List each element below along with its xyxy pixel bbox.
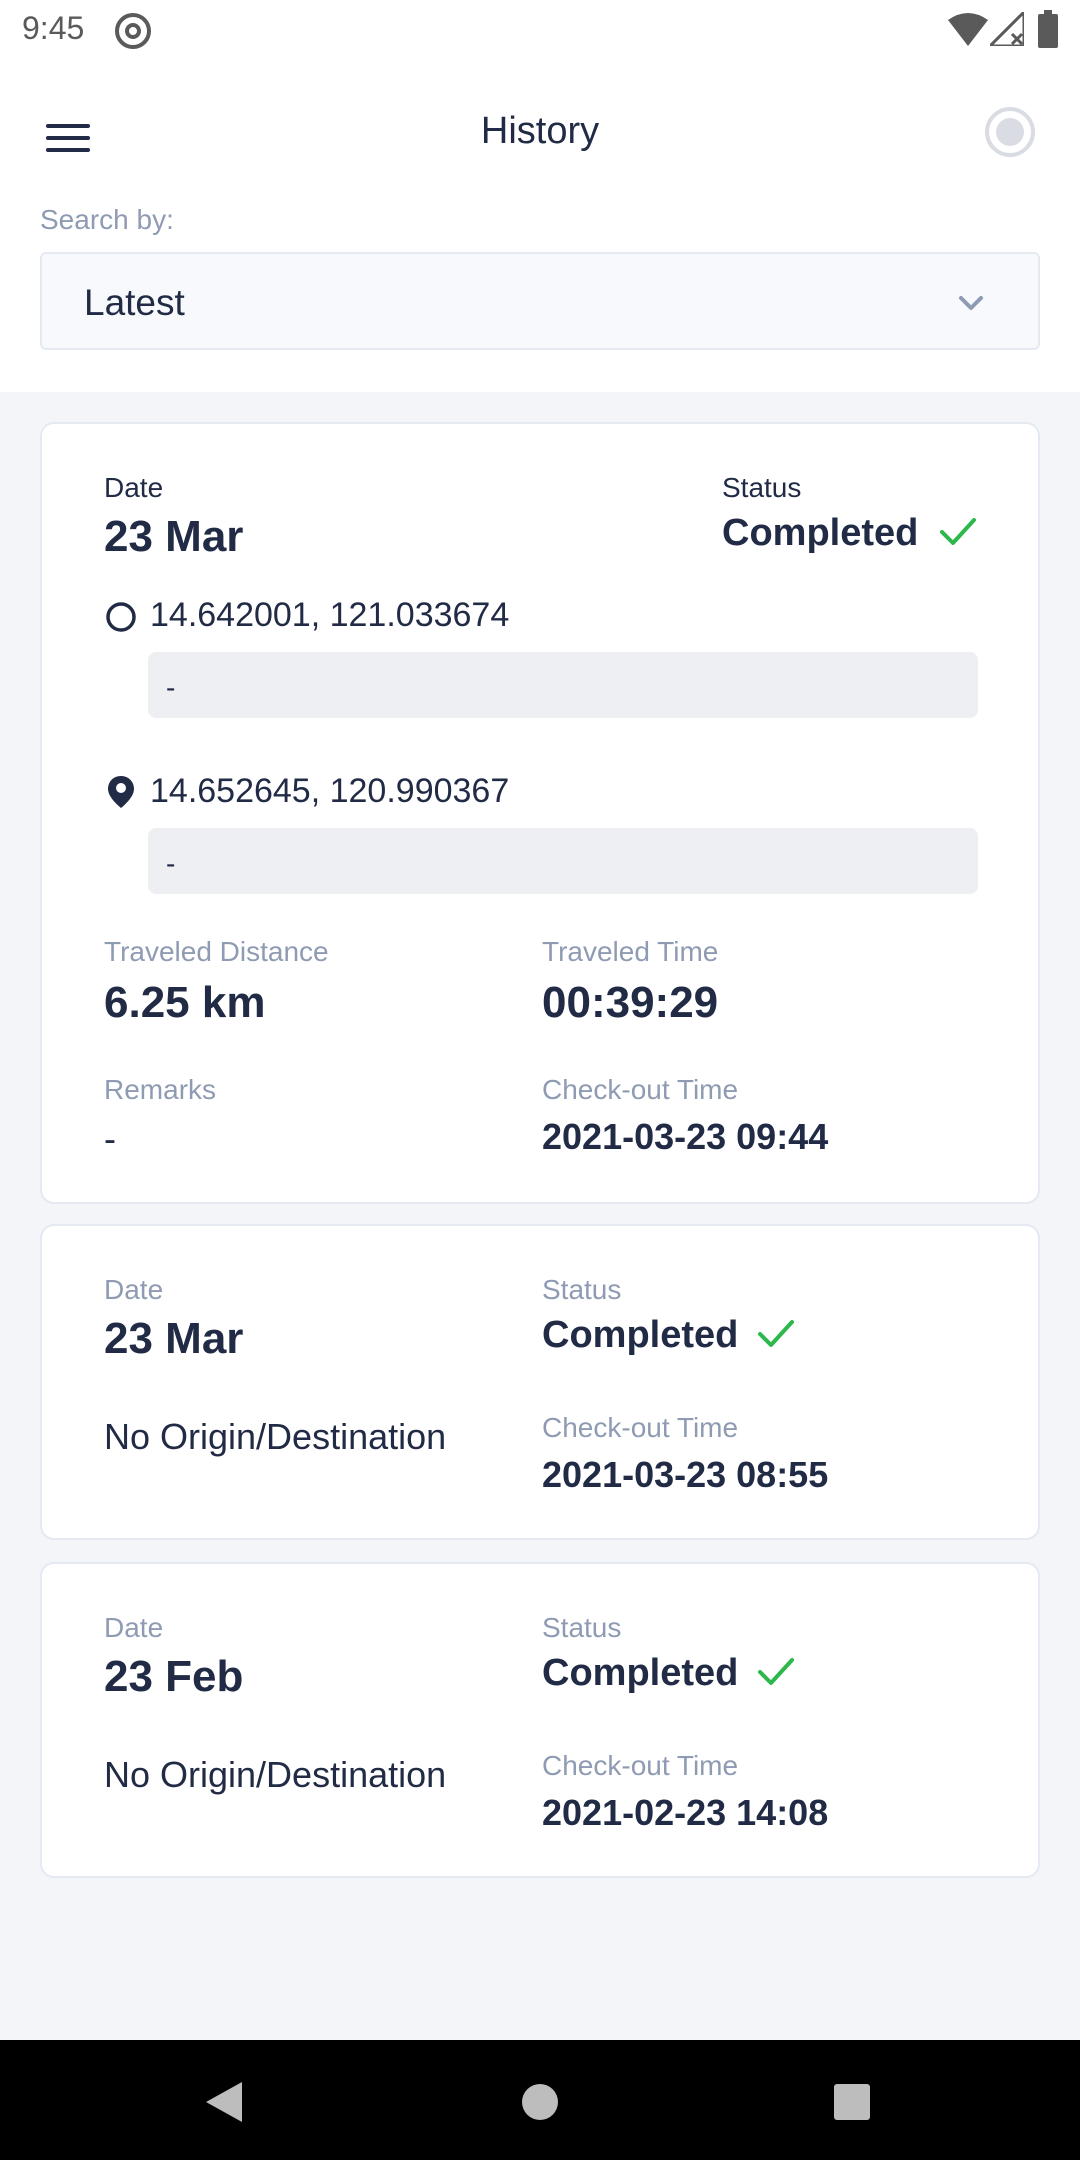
history-card[interactable]: Date 23 Feb Status Completed No Origin/D… xyxy=(40,1562,1040,1878)
distance-value: 6.25 km xyxy=(104,978,266,1027)
origin-coordinates: 14.642001, 121.033674 xyxy=(150,596,510,634)
history-card[interactable]: Date 23 Mar Status Completed 14.642001, … xyxy=(40,422,1040,1204)
wifi-icon xyxy=(948,13,988,46)
checkout-label: Check-out Time xyxy=(542,1750,739,1781)
destination-coordinates: 14.652645, 120.990367 xyxy=(150,772,510,810)
search-label: Search by: xyxy=(40,204,174,235)
check-icon xyxy=(940,518,976,545)
recents-icon[interactable] xyxy=(834,2084,870,2120)
chevron-down-icon xyxy=(959,296,983,310)
search-select[interactable]: Latest xyxy=(40,252,1040,350)
origin-address: - xyxy=(148,652,978,718)
checkout-label: Check-out Time xyxy=(542,1074,739,1105)
remarks-label: Remarks xyxy=(104,1074,217,1105)
checkout-value: 2021-02-23 14:08 xyxy=(542,1792,829,1833)
status-label: Status xyxy=(542,1274,622,1305)
status-time: 9:45 xyxy=(22,10,85,46)
traveled-time-label: Traveled Time xyxy=(542,936,719,967)
page-title: History xyxy=(480,110,600,152)
status-label: Status xyxy=(722,472,802,503)
traveled-time-value: 00:39:29 xyxy=(542,978,719,1027)
status-value: Completed xyxy=(722,512,919,554)
status-value: Completed xyxy=(542,1314,739,1356)
status-bar: 9:45 xyxy=(0,0,1080,62)
checkout-value: 2021-03-23 09:44 xyxy=(542,1116,829,1157)
location-pin-icon xyxy=(108,776,134,808)
status-value: Completed xyxy=(542,1652,739,1694)
date-label: Date xyxy=(104,1612,164,1643)
checkout-label: Check-out Time xyxy=(542,1412,739,1443)
battery-icon xyxy=(1038,10,1058,48)
remarks-value: - xyxy=(104,1118,116,1159)
date-value: 23 Mar xyxy=(104,1314,244,1363)
distance-label: Traveled Distance xyxy=(104,936,329,967)
date-label: Date xyxy=(104,1274,164,1305)
check-icon xyxy=(758,1320,794,1347)
date-value: 23 Feb xyxy=(104,1652,244,1701)
search-select-value: Latest xyxy=(84,282,185,323)
home-icon[interactable] xyxy=(520,2082,560,2122)
app-header: History Search by: Latest xyxy=(0,62,1080,392)
checkout-value: 2021-03-23 08:55 xyxy=(542,1454,829,1495)
back-icon[interactable] xyxy=(204,2080,244,2124)
date-value: 23 Mar xyxy=(104,512,244,561)
record-icon[interactable] xyxy=(980,102,1040,162)
no-origin-destination: No Origin/Destination xyxy=(104,1754,447,1795)
history-card[interactable]: Date 23 Mar Status Completed No Origin/D… xyxy=(40,1224,1040,1540)
origin-circle-icon xyxy=(106,602,136,632)
destination-address: - xyxy=(148,828,978,894)
system-nav-bar xyxy=(0,2040,1080,2160)
check-icon xyxy=(758,1658,794,1685)
no-origin-destination: No Origin/Destination xyxy=(104,1416,447,1457)
status-label: Status xyxy=(542,1612,622,1643)
signal-icon xyxy=(990,12,1024,46)
at-sign-icon xyxy=(115,13,151,49)
date-label: Date xyxy=(104,472,164,503)
